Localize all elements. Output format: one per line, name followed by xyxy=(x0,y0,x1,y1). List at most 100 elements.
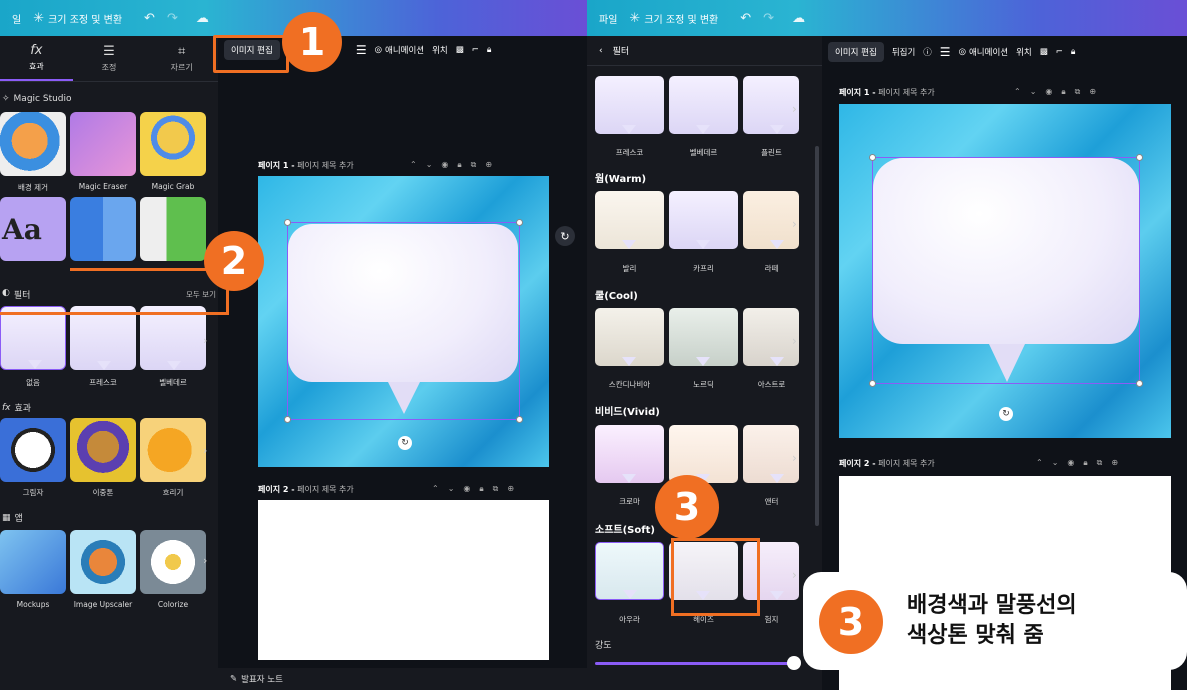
effect-item-blur[interactable] xyxy=(140,418,206,482)
app-item-mockups[interactable] xyxy=(0,530,66,594)
filter-aura[interactable] xyxy=(595,542,664,600)
file-menu[interactable]: 파일 xyxy=(599,11,617,26)
magic-item-text-icon[interactable]: Aa xyxy=(0,197,66,261)
tab-effects[interactable]: fx 효과 xyxy=(0,36,73,81)
chevron-right-icon[interactable]: › xyxy=(792,568,797,582)
menu-lines-icon[interactable]: ☰ xyxy=(356,43,367,57)
file-menu[interactable]: 일 xyxy=(12,11,21,26)
tab-adjust[interactable]: ☰ 조정 xyxy=(73,36,146,81)
filter-capri[interactable] xyxy=(669,191,738,249)
page1-title-input[interactable]: 페이지 제목 추가 xyxy=(878,88,935,97)
chevron-right-icon[interactable]: › xyxy=(203,444,207,457)
magic-item-expand[interactable] xyxy=(140,197,206,261)
resize-handle[interactable] xyxy=(1136,154,1143,161)
speaker-notes-label: 발표자 노트 xyxy=(241,675,283,685)
back-chevron-icon[interactable]: ‹ xyxy=(599,46,603,56)
edit-image-button[interactable]: 이미지 편집 xyxy=(828,42,884,62)
filter-flint[interactable] xyxy=(743,76,799,134)
redo-button[interactable]: ↷ xyxy=(763,11,774,26)
position-button[interactable]: 위치 xyxy=(432,44,448,56)
filter-item-fresco[interactable] xyxy=(70,306,136,370)
chevron-right-icon[interactable]: › xyxy=(203,334,207,347)
callout-marker: 3 xyxy=(819,590,883,654)
filter-chroma[interactable] xyxy=(595,425,664,483)
page1-canvas[interactable]: ↻ xyxy=(258,176,549,467)
paint-roller-icon[interactable]: ⌐ xyxy=(472,45,479,55)
resize-handle[interactable] xyxy=(869,154,876,161)
page1-title-input[interactable]: 페이지 제목 추가 xyxy=(297,161,354,170)
filter-latte[interactable] xyxy=(743,191,799,249)
resize-button[interactable]: ✳ 크기 조정 및 변환 xyxy=(33,11,122,26)
resize-handle[interactable] xyxy=(284,219,291,226)
speaker-notes-bar[interactable]: ✎ 발표자 노트 xyxy=(218,668,587,690)
effect-item-duotone[interactable] xyxy=(70,418,136,482)
redo-button[interactable]: ↷ xyxy=(167,11,178,26)
lock-icon[interactable]: 🔒︎ xyxy=(1071,47,1076,57)
undo-button[interactable]: ↶ xyxy=(740,11,751,26)
menu-lines-icon[interactable]: ☰ xyxy=(940,45,951,59)
cloud-save-button[interactable]: ☁ xyxy=(196,11,209,26)
intensity-slider-track[interactable] xyxy=(595,662,795,665)
filter-nordic[interactable] xyxy=(669,308,738,366)
filter-bali[interactable] xyxy=(595,191,664,249)
filter-item-none[interactable] xyxy=(0,306,66,370)
page1-controls[interactable]: ⌃⌄◉🔒︎⧉⊕ xyxy=(1014,87,1105,97)
page2-controls[interactable]: ⌃⌄◉🔒︎⧉⊕ xyxy=(432,484,523,494)
intensity-slider-thumb[interactable] xyxy=(787,656,801,670)
app-item-upscaler[interactable] xyxy=(70,530,136,594)
magic-item-eraser[interactable] xyxy=(70,112,136,176)
filter-fresco[interactable] xyxy=(595,76,664,134)
animation-button[interactable]: ◎ 애니메이션 xyxy=(375,44,425,56)
page2-title-input[interactable]: 페이지 제목 추가 xyxy=(878,459,935,468)
resize-handle[interactable] xyxy=(516,416,523,423)
rotate-icon[interactable]: ↻ xyxy=(398,436,412,450)
position-button[interactable]: 위치 xyxy=(1016,46,1032,58)
app-label: Image Upscaler xyxy=(73,600,133,609)
chevron-right-icon[interactable]: › xyxy=(792,102,797,116)
resize-handle[interactable] xyxy=(284,416,291,423)
transparency-icon[interactable]: ▩ xyxy=(1040,47,1048,57)
cloud-save-button[interactable]: ☁ xyxy=(792,11,805,26)
info-icon[interactable]: ⓘ xyxy=(923,46,932,58)
filter-icon: ◐ xyxy=(2,288,10,298)
rotate-icon[interactable]: ↻ xyxy=(999,407,1013,421)
magic-item-grab[interactable] xyxy=(140,112,206,176)
refresh-icon[interactable]: ↻ xyxy=(555,226,575,246)
resize-button[interactable]: ✳ 크기 조정 및 변환 xyxy=(629,11,718,26)
filter-enter[interactable] xyxy=(743,425,799,483)
magic-item-edit[interactable] xyxy=(70,197,136,261)
page2-controls[interactable]: ⌃⌄◉🔒︎⧉⊕ xyxy=(1036,458,1127,468)
page1-controls[interactable]: ⌃⌄◉🔒︎⧉⊕ xyxy=(410,160,501,170)
chevron-right-icon[interactable]: › xyxy=(792,217,797,231)
cloud-icon: ☁ xyxy=(195,10,209,26)
filter-astro[interactable] xyxy=(743,308,799,366)
effects-title: 효과 xyxy=(14,404,32,414)
pen-icon: ✎ xyxy=(230,674,238,684)
page2-canvas[interactable] xyxy=(258,500,549,660)
filter-vivid-2[interactable] xyxy=(669,425,738,483)
lock-icon[interactable]: 🔒︎ xyxy=(487,45,492,55)
chevron-right-icon[interactable]: › xyxy=(792,451,797,465)
panel-scrollbar[interactable] xyxy=(815,146,819,526)
undo-button[interactable]: ↶ xyxy=(144,11,155,26)
effect-item-shadow[interactable] xyxy=(0,418,66,482)
app-item-colorize[interactable] xyxy=(140,530,206,594)
filter-belvedere[interactable] xyxy=(669,76,738,134)
see-all-link[interactable]: 모두 보기 xyxy=(186,289,216,300)
page1-canvas[interactable]: ↻ xyxy=(839,104,1171,438)
chevron-right-icon[interactable]: › xyxy=(792,334,797,348)
flip-button[interactable]: 뒤집기 xyxy=(892,46,915,58)
page2-title-input[interactable]: 페이지 제목 추가 xyxy=(297,485,354,494)
resize-handle[interactable] xyxy=(1136,380,1143,387)
filter-scandinavia[interactable] xyxy=(595,308,664,366)
resize-handle[interactable] xyxy=(869,380,876,387)
filter-item-belvedere[interactable] xyxy=(140,306,206,370)
magic-item-background-remover[interactable] xyxy=(0,112,66,176)
paint-roller-icon[interactable]: ⌐ xyxy=(1056,47,1063,57)
tab-crop[interactable]: ⌗ 자르기 xyxy=(145,36,218,81)
animation-button[interactable]: ◎ 애니메이션 xyxy=(959,46,1009,58)
callout-note: 3 배경색과 말풍선의 색상톤 맞춰 줌 xyxy=(803,572,1187,670)
transparency-icon[interactable]: ▩ xyxy=(456,45,464,55)
chevron-right-icon[interactable]: › xyxy=(203,554,207,567)
resize-handle[interactable] xyxy=(516,219,523,226)
